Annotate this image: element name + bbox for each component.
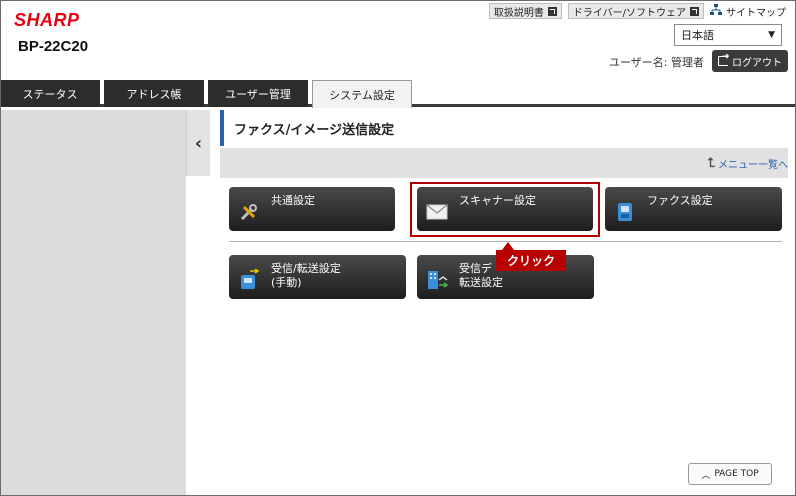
main-tabs: ステータス アドレス帳 ユーザー管理 システム設定: [0, 80, 416, 108]
logout-label: ログアウト: [732, 57, 782, 69]
click-callout: クリック: [496, 242, 566, 271]
receive-forward-manual-button[interactable]: 受信/転送設定 (手動): [229, 255, 406, 299]
logout-button[interactable]: ログアウト: [712, 50, 788, 72]
model-name: BP-22C20: [18, 38, 89, 55]
external-link-icon: [547, 6, 557, 16]
fax-settings-label: ファクス設定: [647, 194, 713, 207]
common-settings-button[interactable]: 共通設定: [229, 187, 395, 231]
receive-forward-label: 受信/転送設定 (手動): [271, 262, 341, 290]
fax-icon: [613, 200, 637, 224]
page-title: ファクス/イメージ送信設定: [220, 110, 788, 146]
receive-forward-line2: (手動): [271, 276, 302, 289]
manual-link-label: 取扱説明書: [493, 7, 544, 19]
sharp-logo: SHARP: [14, 10, 80, 30]
chevron-left-icon: ‹: [194, 132, 203, 154]
sidebar: [0, 110, 186, 496]
chevron-up-icon: ︿: [701, 470, 711, 481]
tab-address-book[interactable]: アドレス帳: [104, 80, 204, 107]
logout-icon: [718, 52, 730, 66]
menu-list-label: メニュー一覧へ: [718, 160, 788, 171]
sitemap-icon: [710, 3, 722, 19]
tab-status[interactable]: ステータス: [0, 80, 100, 107]
common-settings-label: 共通設定: [271, 194, 315, 207]
user-name-label: ユーザー名: 管理者: [609, 56, 704, 69]
receive-forward-line1: 受信/転送設定: [271, 262, 341, 275]
building-forward-icon: [425, 268, 449, 292]
fax-settings-button[interactable]: ファクス設定: [605, 187, 782, 231]
driver-software-link[interactable]: ドライバー/ソフトウェア: [567, 3, 704, 19]
sub-header-bar: [220, 148, 788, 178]
driver-link-label: ドライバー/ソフトウェア: [572, 7, 686, 19]
return-arrow-icon: ⮤: [707, 156, 715, 171]
sitemap-label: サイトマップ: [726, 7, 786, 19]
inbox-forward-icon: [237, 268, 261, 292]
chevron-down-icon: ▼: [768, 30, 775, 40]
tools-icon: [237, 200, 261, 224]
language-select[interactable]: 日本語 ▼: [674, 24, 782, 46]
click-highlight-frame: [410, 182, 600, 237]
top-links: 取扱説明書 ドライバー/ソフトウェア サイトマップ: [488, 3, 786, 19]
tab-user-management[interactable]: ユーザー管理: [208, 80, 308, 107]
language-value: 日本語: [681, 29, 714, 42]
page-top-button[interactable]: ︿ PAGE TOP: [688, 463, 772, 485]
tab-system-settings[interactable]: システム設定: [312, 80, 412, 108]
page-title-text: ファクス/イメージ送信設定: [234, 122, 395, 138]
receive-data-line2: 転送設定: [459, 276, 503, 289]
page-top-label: PAGE TOP: [714, 469, 759, 479]
external-link-icon: [690, 6, 699, 16]
sitemap-link[interactable]: サイトマップ: [710, 3, 786, 19]
sidebar-collapse-button[interactable]: ‹: [186, 110, 210, 176]
manual-link[interactable]: 取扱説明書: [488, 3, 562, 19]
receive-data-line1: 受信デ: [459, 262, 492, 275]
menu-list-link[interactable]: ⮤ メニュー一覧へ: [707, 156, 788, 171]
